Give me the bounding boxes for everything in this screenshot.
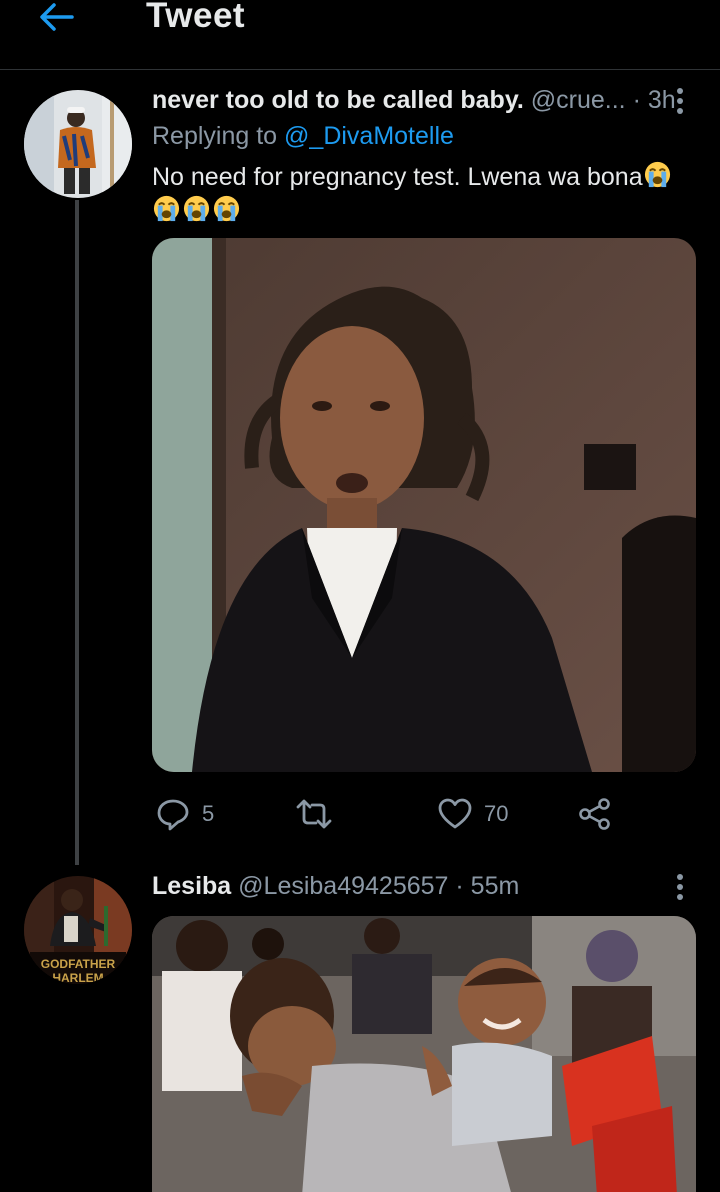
loudly-crying-face-icon [153, 195, 180, 222]
retweet-button[interactable] [296, 796, 344, 832]
tweet-text-body: No need for pregnancy test. Lwena wa bon… [152, 163, 643, 191]
dot-separator: · [632, 86, 641, 114]
reply-icon [157, 799, 189, 831]
dot-separator: · [455, 872, 464, 900]
avatar-caption-2: HARLEM [52, 971, 103, 984]
replying-to-link[interactable]: @_DivaMotelle [284, 122, 454, 150]
avatar[interactable] [24, 90, 132, 198]
tweet-text: No need for pregnancy test. Lwena wa bon… [152, 160, 682, 194]
reply-author-handle[interactable]: @Lesiba49425657 [238, 872, 448, 900]
tweet-header: never too old to be called baby. @crue..… [152, 84, 676, 116]
reply-tweet-time[interactable]: 55m [471, 872, 520, 900]
reply-avatar[interactable]: GODFATHER HARLEM [24, 876, 132, 984]
page-title: Tweet [146, 0, 246, 35]
arrow-left-icon [40, 3, 74, 31]
tweet-photo[interactable] [152, 238, 696, 772]
thread-line [75, 200, 79, 865]
avatar-caption: GODFATHER [41, 957, 116, 971]
reply-more-options-button[interactable] [668, 872, 692, 902]
retweet-icon [296, 799, 332, 829]
emoji-row [152, 194, 242, 224]
reply-tweet-header: Lesiba @Lesiba49425657 · 55m [152, 870, 519, 902]
loudly-crying-face-icon [213, 195, 240, 222]
back-button[interactable] [36, 0, 76, 34]
replying-to: Replying to @_DivaMotelle [152, 120, 454, 152]
top-bar: Tweet [0, 0, 720, 70]
like-count: 70 [484, 801, 509, 826]
more-vertical-icon [677, 874, 683, 900]
more-vertical-icon [677, 88, 683, 114]
reply-photo[interactable] [152, 916, 696, 1192]
more-options-button[interactable] [668, 86, 692, 116]
author-handle[interactable]: @crue... [531, 86, 626, 114]
author-name[interactable]: never too old to be called baby. [152, 86, 524, 114]
reply-count: 5 [202, 801, 215, 826]
replying-prefix: Replying to [152, 122, 278, 150]
loudly-crying-face-icon [183, 195, 210, 222]
reply-button[interactable]: 5 [156, 796, 214, 832]
reply-author-name[interactable]: Lesiba [152, 872, 231, 900]
loudly-crying-face-icon [644, 161, 670, 188]
share-button[interactable] [578, 796, 612, 832]
share-icon [579, 798, 610, 830]
heart-icon [438, 798, 472, 829]
like-button[interactable]: 70 [438, 796, 508, 832]
